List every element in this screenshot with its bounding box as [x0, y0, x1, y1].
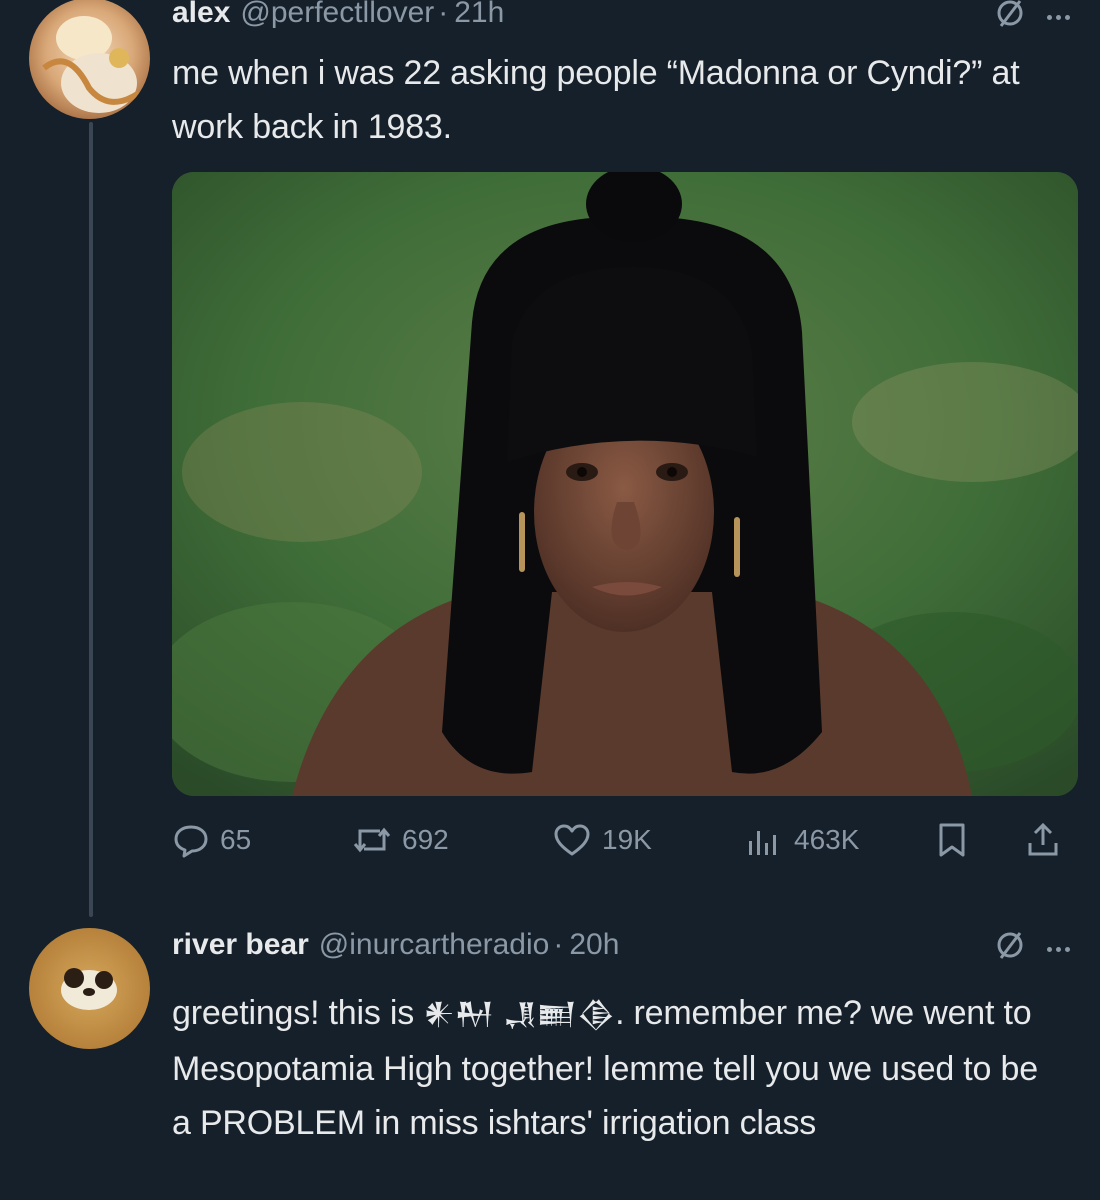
tweet-alex: alex @perfectllover · 21h me when i was … [0, 0, 1100, 917]
tweet-text: greetings! this is 𒀭𒈹 𒂗𒆤𒆠. remember me? … [172, 986, 1060, 1150]
timestamp[interactable]: 21h [454, 0, 504, 30]
bookmark-icon [934, 821, 970, 859]
views-count: 463K [794, 824, 860, 855]
cuneiform-name: 𒀭𒈹 𒂗𒆤𒆠 [423, 997, 616, 1032]
views-button[interactable]: 463K [744, 815, 859, 865]
like-icon [552, 821, 592, 859]
repost-button[interactable]: 692 [352, 815, 449, 865]
more-icon[interactable] [1047, 2, 1070, 32]
share-icon [1024, 821, 1062, 859]
views-icon [744, 821, 784, 859]
thread-line [89, 122, 93, 917]
circle-slash-icon[interactable] [993, 928, 1027, 970]
circle-slash-icon[interactable] [993, 0, 1027, 38]
share-button[interactable] [1024, 815, 1062, 865]
author-handle[interactable]: @inurcartheradio [319, 928, 550, 962]
author-name[interactable]: alex [172, 0, 230, 30]
author-name[interactable]: river bear [172, 928, 309, 962]
bookmark-button[interactable] [934, 815, 970, 865]
separator: · [438, 0, 449, 29]
separator: · [553, 928, 564, 961]
tweet-header: river bear @inurcartheradio · 20h [172, 928, 1070, 968]
tweet-header: alex @perfectllover · 21h [172, 0, 1070, 36]
text-before: greetings! this is [172, 994, 424, 1032]
reply-count: 65 [220, 824, 252, 855]
timestamp[interactable]: 20h [569, 928, 619, 962]
tweet-photo[interactable] [172, 172, 1078, 796]
more-icon[interactable] [1047, 934, 1070, 964]
author-handle[interactable]: @perfectllover [240, 0, 434, 30]
reply-button[interactable]: 65 [172, 815, 251, 865]
tweet-river-bear: river bear @inurcartheradio · 20h greeti… [0, 920, 1100, 1200]
like-count: 19K [602, 824, 652, 855]
avatar[interactable] [29, 0, 150, 119]
reply-icon [172, 821, 210, 859]
repost-count: 692 [402, 824, 449, 855]
repost-icon [352, 821, 392, 859]
tweet-text: me when i was 22 asking people “Madonna … [172, 54, 1020, 146]
tweet-actions: 65 692 19K 463K [172, 815, 1072, 865]
avatar[interactable] [29, 928, 150, 1049]
like-button[interactable]: 19K [552, 815, 652, 865]
